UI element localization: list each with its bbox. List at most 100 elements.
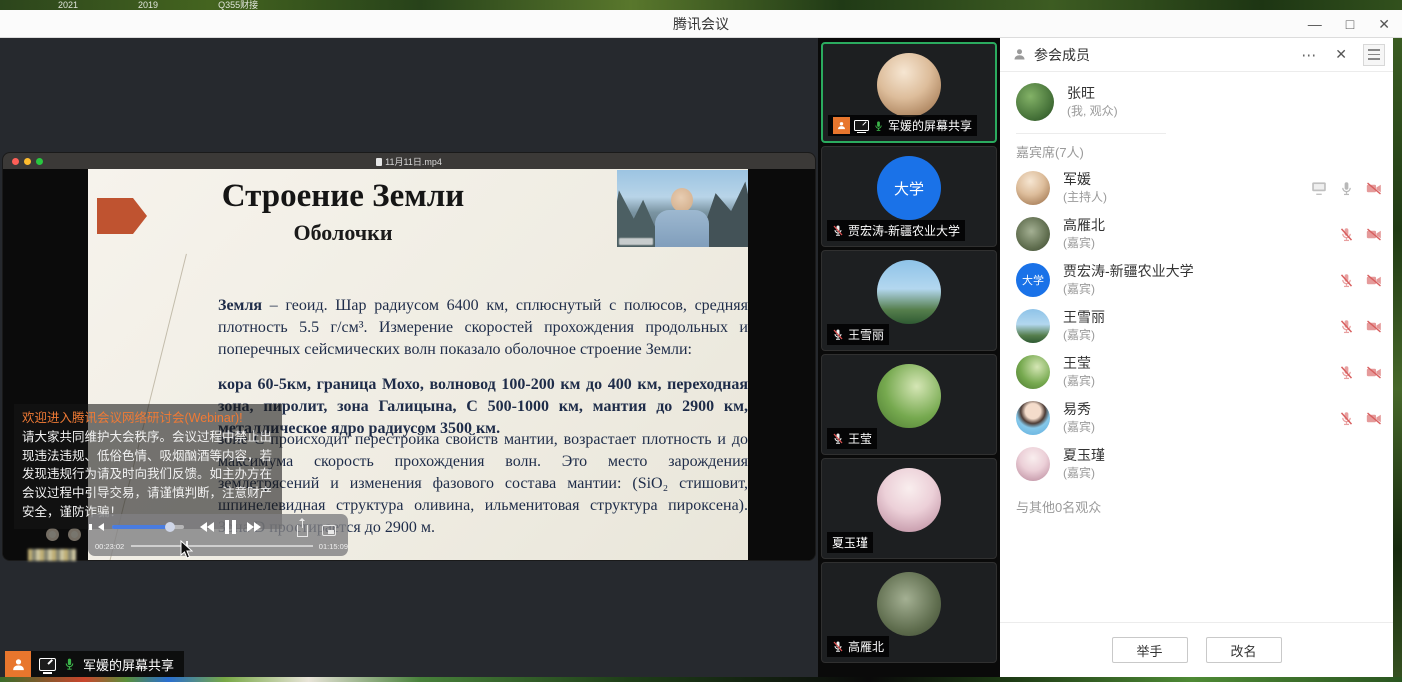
rewind-icon[interactable]	[200, 522, 214, 532]
volume-icon[interactable]	[98, 523, 104, 531]
avatar	[877, 53, 941, 117]
app-titlebar: 腾讯会议 — □ ✕	[0, 10, 1402, 38]
participant-role: (主持人)	[1063, 189, 1302, 205]
participants-panel: 参会成员 ⋯ ✕ 张旺 (我, 观众) 嘉宾席(7人) 军媛 (主持人)	[1000, 38, 1393, 677]
volume-fill	[112, 525, 170, 529]
video-thumbnail-strip: 军媛的屏幕共享 大学 贾宏涛-新疆农业大学	[818, 38, 1000, 677]
participant-name: 贾宏涛-新疆农业大学	[1063, 262, 1331, 281]
desktop-background-top: 2021 2019 Q355财接	[0, 0, 1402, 10]
participant-row-me[interactable]: 张旺 (我, 观众)	[1000, 72, 1393, 133]
avatar: 大学	[877, 156, 941, 220]
thumbnail-junyuan-share[interactable]: 军媛的屏幕共享	[821, 42, 997, 143]
progress-bar[interactable]	[131, 545, 313, 547]
thumbnail-label: 王莹	[848, 430, 872, 447]
close-button[interactable]: ✕	[1378, 17, 1390, 31]
thumbnail-label: 高雁北	[848, 638, 884, 655]
participant-role: (嘉宾)	[1063, 419, 1331, 435]
mic-on-icon	[873, 119, 884, 133]
minimize-button[interactable]: —	[1308, 17, 1322, 31]
thumbnail-wangxueli[interactable]: 王雪丽	[821, 250, 997, 351]
participant-name: 张旺	[1067, 84, 1377, 103]
screen-share-icon	[854, 120, 869, 131]
participant-row[interactable]: 高雁北 (嘉宾)	[1000, 211, 1393, 257]
participant-row[interactable]: 大学 贾宏涛-新疆农业大学 (嘉宾)	[1000, 257, 1393, 303]
pause-icon[interactable]	[225, 520, 236, 534]
avatar	[1016, 447, 1050, 481]
avatar	[877, 572, 941, 636]
slide-ring-decorations	[46, 528, 81, 541]
close-panel-icon[interactable]: ✕	[1331, 46, 1351, 63]
panel-menu-icon[interactable]	[1363, 44, 1385, 66]
participant-name: 王雪丽	[1063, 308, 1331, 327]
presenter-head	[671, 188, 693, 212]
raise-hand-button[interactable]: 举手	[1112, 637, 1188, 663]
screen-share-view: 11月11日.mp4 Строение Земли Оболочки Зем	[0, 38, 818, 677]
rename-button[interactable]: 改名	[1206, 637, 1282, 663]
participant-role: (嘉宾)	[1063, 373, 1331, 389]
thumbnail-gaoyanbei[interactable]: 高雁北	[821, 562, 997, 663]
slide-subtitle: Оболочки	[88, 220, 598, 246]
avatar	[877, 260, 941, 324]
participant-name: 易秀	[1063, 400, 1331, 419]
volume-slider[interactable]	[112, 525, 184, 529]
participant-row[interactable]: 王莹 (嘉宾)	[1000, 349, 1393, 395]
participant-row[interactable]: 王雪丽 (嘉宾)	[1000, 303, 1393, 349]
fast-forward-icon[interactable]	[247, 522, 261, 532]
thumbnail-label: 王雪丽	[848, 326, 884, 343]
panel-title: 参会成员	[1034, 45, 1297, 65]
mic-muted-icon	[832, 327, 844, 342]
mic-on-icon	[1339, 180, 1354, 197]
desktop-background-right	[1393, 38, 1402, 677]
participant-row[interactable]: 夏玉瑾 (嘉宾)	[1000, 441, 1393, 487]
participant-row[interactable]: 军媛 (主持人)	[1000, 165, 1393, 211]
mic-muted-icon	[1339, 410, 1354, 427]
participant-name: 军媛	[1063, 170, 1302, 189]
mic-muted-icon	[1339, 226, 1354, 243]
mic-muted-icon	[1339, 364, 1354, 381]
blurred-watermark	[28, 549, 76, 561]
volume-knob[interactable]	[165, 522, 175, 532]
mic-muted-icon	[832, 639, 844, 654]
participants-header: 参会成员 ⋯ ✕	[1000, 38, 1393, 72]
member-badge-icon	[833, 117, 850, 134]
camera-off-icon	[1365, 227, 1383, 242]
other-viewers-label: 与其他0名观众	[1000, 487, 1393, 526]
participant-role: (我, 观众)	[1067, 103, 1377, 119]
thumbnail-xiayujin[interactable]: 夏玉瑾	[821, 458, 997, 559]
pip-icon[interactable]	[322, 525, 336, 536]
more-options-icon[interactable]: ⋯	[1297, 46, 1321, 64]
avatar	[877, 468, 941, 532]
camera-off-icon	[1365, 319, 1383, 334]
thumbnail-label: 军媛的屏幕共享	[888, 117, 972, 134]
slide-title: Строение Земли	[88, 178, 598, 215]
participant-role: (嘉宾)	[1063, 235, 1331, 251]
participant-name: 高雁北	[1063, 216, 1331, 235]
thumbnail-label: 夏玉瑾	[832, 534, 868, 551]
camera-off-icon	[1365, 273, 1383, 288]
maximize-button[interactable]: □	[1346, 17, 1354, 31]
desktop-label: Q355财接	[218, 1, 258, 10]
guest-section-label: 嘉宾席(7人)	[1000, 134, 1393, 165]
participant-row[interactable]: 易秀 (嘉宾)	[1000, 395, 1393, 441]
current-time: 00:23:02	[95, 542, 124, 551]
thumbnail-wangying[interactable]: 王莹	[821, 354, 997, 455]
share-badge-label: 军媛的屏幕共享	[83, 655, 174, 674]
tencent-meeting-window: 2021 2019 Q355财接 腾讯会议 — □ ✕ 11月11日.mp4	[0, 0, 1402, 682]
mic-muted-icon	[832, 223, 844, 238]
video-file-title: 11月11日.mp4	[3, 155, 815, 168]
mic-muted-icon	[1339, 272, 1354, 289]
participant-name: 夏玉瑾	[1063, 446, 1383, 465]
share-icon[interactable]	[297, 525, 308, 537]
participant-role: (嘉宾)	[1063, 465, 1383, 481]
avatar	[1016, 171, 1050, 205]
participant-role: (嘉宾)	[1063, 281, 1331, 297]
thumbnail-label: 贾宏涛-新疆农业大学	[848, 222, 960, 239]
avatar	[1016, 309, 1050, 343]
desktop-label: 2021	[58, 1, 78, 10]
thumbnail-jiahongtao[interactable]: 大学 贾宏涛-新疆农业大学	[821, 146, 997, 247]
screen-share-icon	[1310, 181, 1328, 196]
mic-muted-icon	[1339, 318, 1354, 335]
participant-role: (嘉宾)	[1063, 327, 1331, 343]
avatar	[1016, 217, 1050, 251]
avatar	[1016, 355, 1050, 389]
